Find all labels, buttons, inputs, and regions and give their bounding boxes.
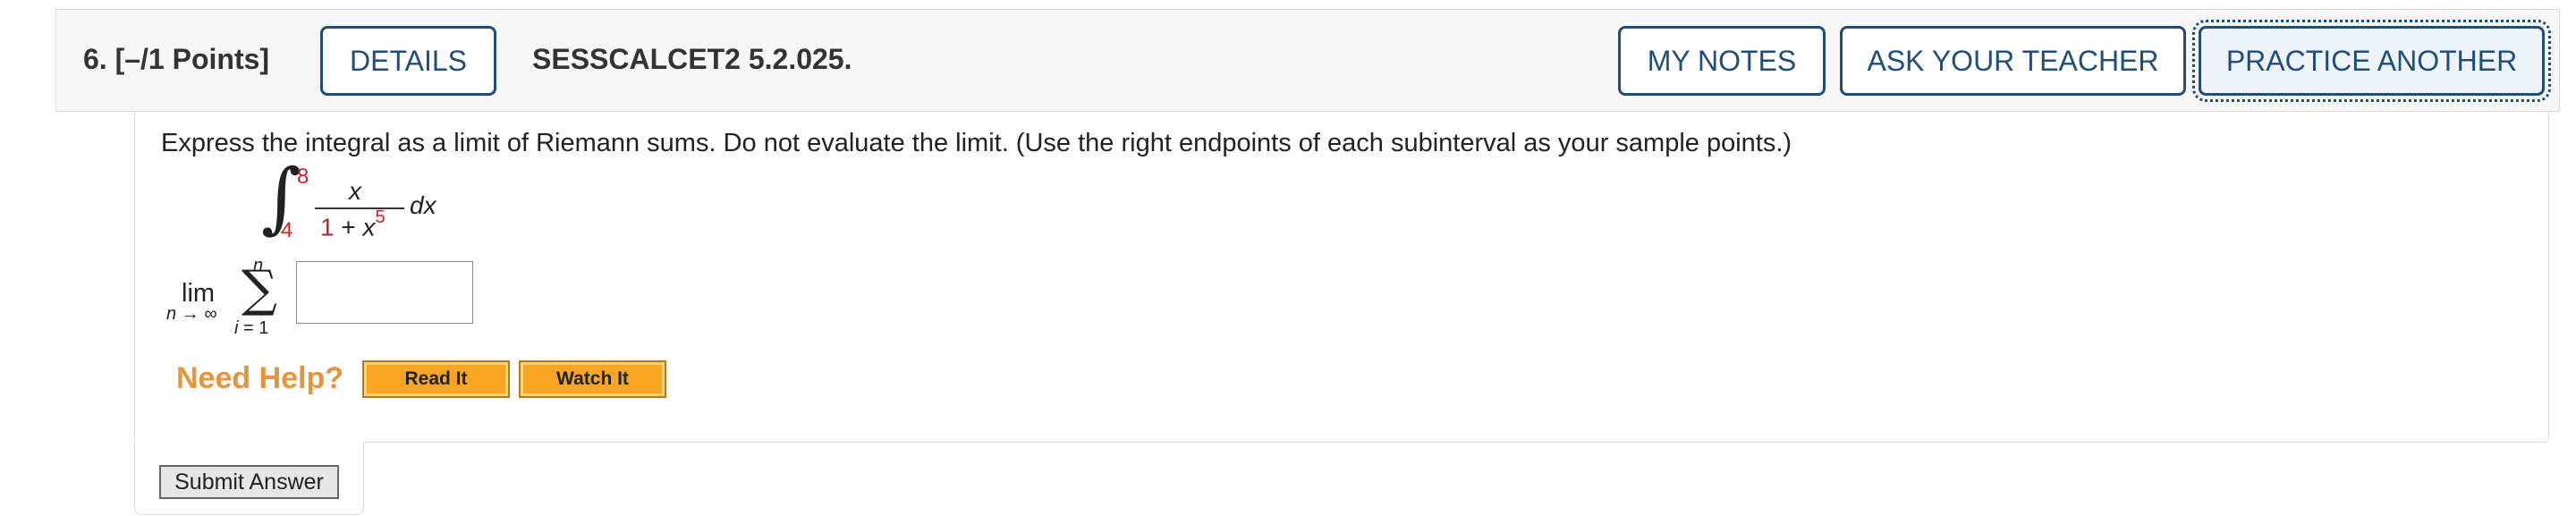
summation-sign: ∑ [242,260,277,318]
denominator-exponent: 5 [375,207,386,227]
submit-answer-button[interactable]: Submit Answer [159,465,339,499]
differential: dx [410,191,436,219]
fraction-bar [315,207,404,209]
sum-index-start: = 1 [238,318,269,338]
denominator-plus: + [334,213,363,241]
integrand-denominator: 1 + x5 [320,207,386,241]
sum-lower-index: i = 1 [234,318,268,339]
question-number-points: 6. [–/1 Points] [83,42,269,76]
integrand-numerator: x [349,177,361,205]
read-it-button[interactable]: Read It [362,360,510,398]
answer-input[interactable] [296,261,473,324]
watch-it-button[interactable]: Watch It [519,360,666,398]
problem-code: SESSCALCET2 5.2.025. [532,43,852,75]
details-button[interactable]: DETAILS [320,26,496,96]
question-prompt: Express the integral as a limit of Riema… [161,129,1792,157]
denominator-constant: 1 [320,213,335,241]
integral-upper-limit: 8 [297,165,309,189]
question-header: 6. [–/1 Points] DETAILS SESSCALCET2 5.2.… [55,9,2560,112]
need-help-label: Need Help? [176,361,344,395]
question-number: 6. [83,43,107,75]
denominator-variable: x [362,213,376,241]
practice-another-button[interactable]: PRACTICE ANOTHER [2192,20,2551,102]
integral-lower-limit: 4 [281,218,293,242]
limit-subscript: n → ∞ [166,304,217,324]
points-label: [–/1 Points] [114,43,270,75]
my-notes-button[interactable]: MY NOTES [1618,26,1826,96]
ask-your-teacher-button[interactable]: ASK YOUR TEACHER [1840,26,2186,96]
